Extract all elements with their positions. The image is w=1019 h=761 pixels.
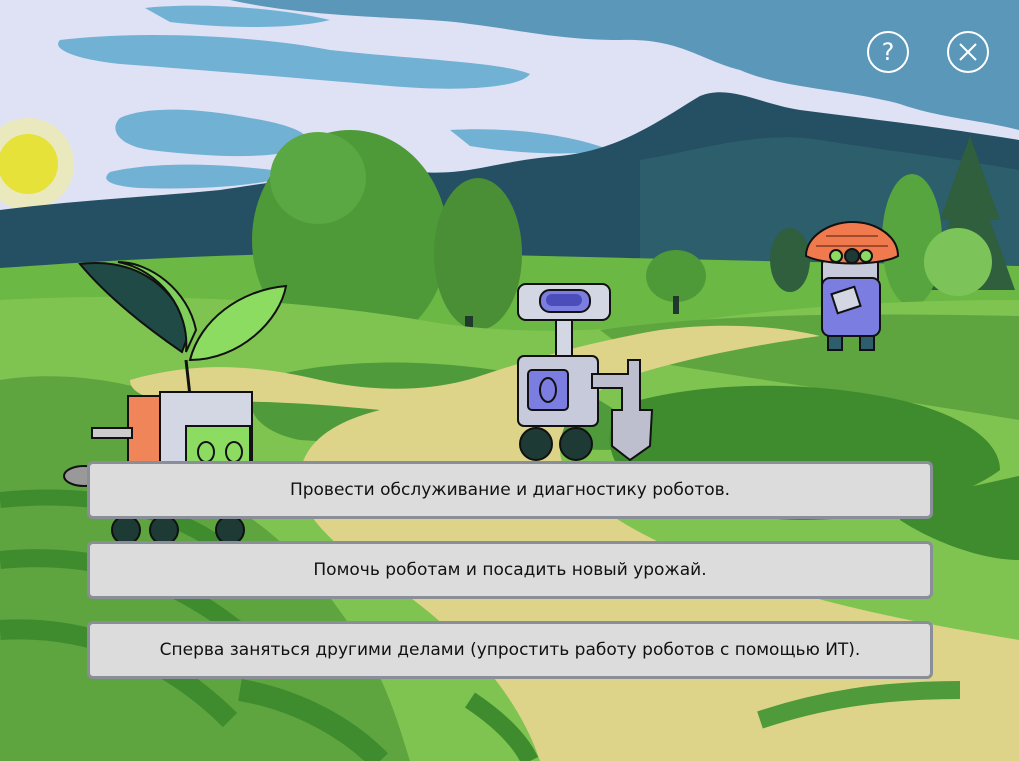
choice-label: Сперва заняться другими делами (упростит…	[159, 640, 861, 660]
close-button[interactable]	[947, 31, 989, 73]
choice-button-other-tasks[interactable]: Сперва заняться другими делами (упростит…	[87, 621, 933, 679]
choice-button-planting[interactable]: Помочь роботам и посадить новый урожай.	[87, 541, 933, 599]
question-icon: ?	[881, 38, 895, 66]
choice-button-maintenance[interactable]: Провести обслуживание и диагностику робо…	[87, 461, 933, 519]
choice-label: Помочь роботам и посадить новый урожай.	[313, 560, 707, 580]
tree	[924, 228, 992, 296]
help-button[interactable]: ?	[867, 31, 909, 73]
choice-label: Провести обслуживание и диагностику робо…	[289, 480, 731, 500]
close-icon	[959, 43, 977, 61]
tree	[270, 132, 366, 224]
tree	[434, 178, 522, 330]
tree	[770, 228, 810, 292]
sun	[0, 134, 58, 194]
tree-trunk	[673, 296, 679, 314]
tree	[646, 250, 706, 302]
